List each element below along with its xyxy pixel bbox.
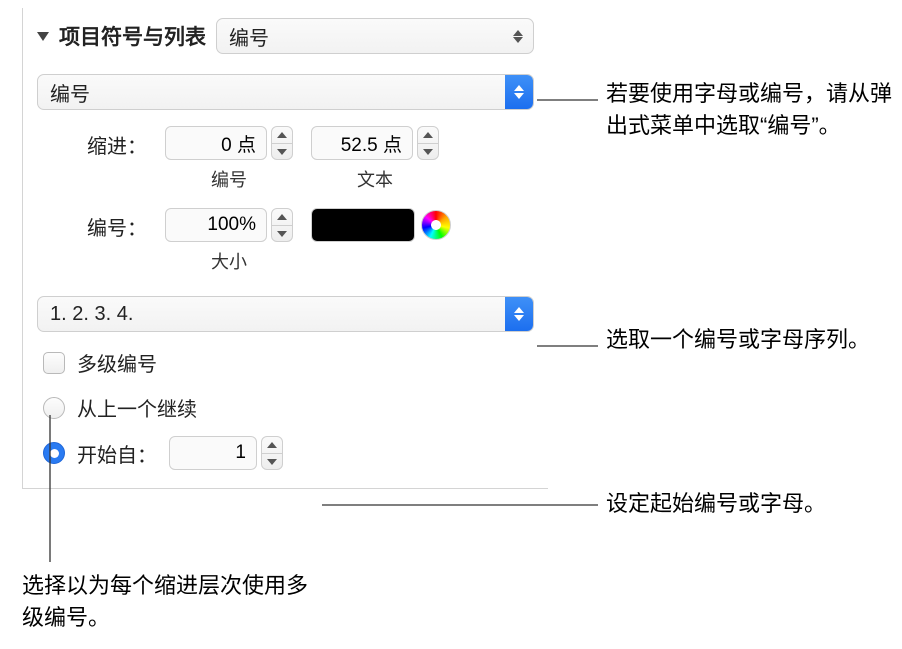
number-format-popup-label: 编号 <box>50 78 90 107</box>
callout-tiered: 选择以为每个缩进层次使用多级编号。 <box>22 570 322 634</box>
continue-label: 从上一个继续 <box>77 393 197 422</box>
chevron-up-icon[interactable] <box>272 127 292 143</box>
chevron-down-icon[interactable] <box>418 143 438 159</box>
stepper-arrows[interactable] <box>271 208 293 242</box>
indent-number-sublabel: 编号 <box>211 166 247 192</box>
panel-header: 项目符号与列表 编号 <box>37 8 534 62</box>
chevrons-icon <box>505 297 533 331</box>
list-style-popup-label: 编号 <box>229 22 269 51</box>
sequence-popup[interactable]: 1. 2. 3. 4. <box>37 296 534 332</box>
indent-row: 缩进： 编号 文本 <box>37 126 534 192</box>
start-label: 开始自： <box>77 439 157 468</box>
indent-text-input[interactable] <box>311 126 413 160</box>
indent-text-sublabel: 文本 <box>357 166 393 192</box>
callout-start: 设定起始编号或字母。 <box>606 488 826 520</box>
sequence-popup-label: 1. 2. 3. 4. <box>50 303 133 326</box>
stepper-arrows[interactable] <box>417 126 439 160</box>
number-row: 编号： 大小 <box>37 208 534 274</box>
callout-sequence: 选取一个编号或字母序列。 <box>606 324 870 356</box>
indent-text-col: 文本 <box>311 126 439 192</box>
panel-title: 项目符号与列表 <box>59 21 206 51</box>
start-radio[interactable] <box>43 442 65 464</box>
indent-label: 缩进： <box>37 126 147 159</box>
disclosure-triangle-icon[interactable] <box>37 32 49 41</box>
tiered-label: 多级编号 <box>77 348 157 377</box>
stepper-arrows[interactable] <box>261 436 283 470</box>
tiered-checkbox-row: 多级编号 <box>37 348 534 377</box>
start-value-stepper <box>169 436 283 470</box>
chevrons-icon <box>505 75 533 109</box>
indent-text-stepper <box>311 126 439 160</box>
number-size-col: 大小 <box>165 208 293 274</box>
chevron-up-icon[interactable] <box>262 437 282 453</box>
start-value-input[interactable] <box>169 436 257 470</box>
indent-number-col: 编号 <box>165 126 293 192</box>
number-color-col <box>311 208 451 242</box>
start-radio-row: 开始自： <box>37 436 534 470</box>
number-label: 编号： <box>37 208 147 241</box>
callout-format: 若要使用字母或编号，请从弹出式菜单中选取“编号”。 <box>606 78 902 142</box>
chevron-up-icon[interactable] <box>418 127 438 143</box>
continue-radio[interactable] <box>43 397 65 419</box>
number-size-stepper <box>165 208 293 242</box>
number-format-popup[interactable]: 编号 <box>37 74 534 110</box>
tiered-checkbox[interactable] <box>43 352 65 374</box>
indent-number-stepper <box>165 126 293 160</box>
list-style-popup[interactable]: 编号 <box>216 18 534 54</box>
color-swatch[interactable] <box>311 208 415 242</box>
chevron-down-icon[interactable] <box>262 453 282 469</box>
indent-number-input[interactable] <box>165 126 267 160</box>
stepper-arrows[interactable] <box>271 126 293 160</box>
color-wheel-icon[interactable] <box>421 210 451 240</box>
chevron-down-icon[interactable] <box>272 143 292 159</box>
number-size-input[interactable] <box>165 208 267 242</box>
number-size-sublabel: 大小 <box>211 248 247 274</box>
chevron-down-icon[interactable] <box>272 225 292 241</box>
continue-radio-row: 从上一个继续 <box>37 393 534 422</box>
bullets-lists-panel: 项目符号与列表 编号 编号 缩进： 编号 <box>22 8 548 489</box>
chevrons-icon <box>509 30 527 43</box>
chevron-up-icon[interactable] <box>272 209 292 225</box>
